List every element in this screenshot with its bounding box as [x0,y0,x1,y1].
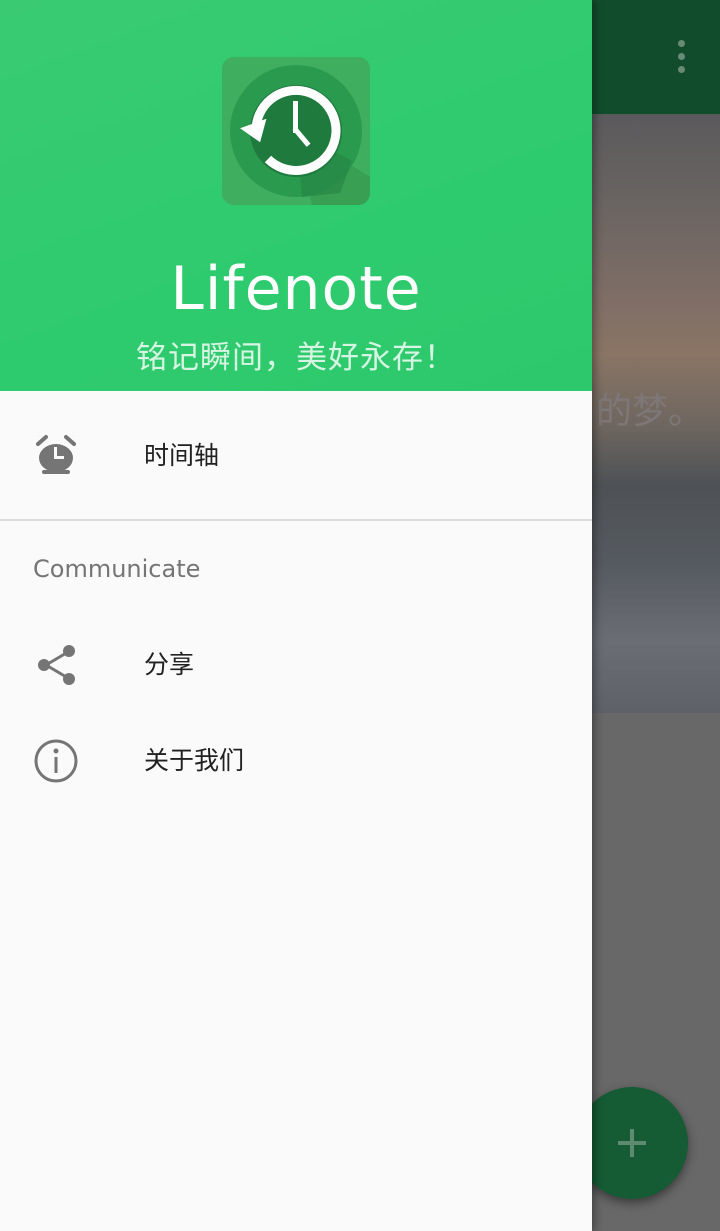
nav-item-label: 分享 [144,650,195,679]
section-header-communicate: Communicate [33,555,201,583]
plus-icon [618,1129,646,1157]
app-tagline: 铭记瞬间，美好永存！ [136,340,456,376]
navigation-drawer: Lifenote 铭记瞬间，美好永存！ 时间轴 Communicate 分享 关… [0,0,592,1231]
screen: 的梦。 Lifenote 铭记瞬间，美好永存！ 时间轴 Communicate … [0,0,720,1231]
nav-item-about-us[interactable]: 关于我们 [0,713,592,809]
more-vertical-icon[interactable] [676,40,686,76]
nav-item-share[interactable]: 分享 [0,617,592,713]
info-icon [34,739,78,783]
background-hero-text: 的梦。 [596,391,705,432]
alarm-clock-icon [36,435,76,474]
share-icon [38,645,75,685]
nav-item-label: 关于我们 [144,746,245,775]
nav-item-label: 时间轴 [144,441,220,470]
clock-history-icon [222,57,370,205]
app-name: Lifenote [170,254,422,324]
app-logo [222,57,370,205]
nav-item-timeline[interactable]: 时间轴 [0,408,592,504]
drawer-header: Lifenote 铭记瞬间，美好永存！ [0,0,592,391]
divider [0,519,592,521]
add-button[interactable] [576,1087,688,1199]
